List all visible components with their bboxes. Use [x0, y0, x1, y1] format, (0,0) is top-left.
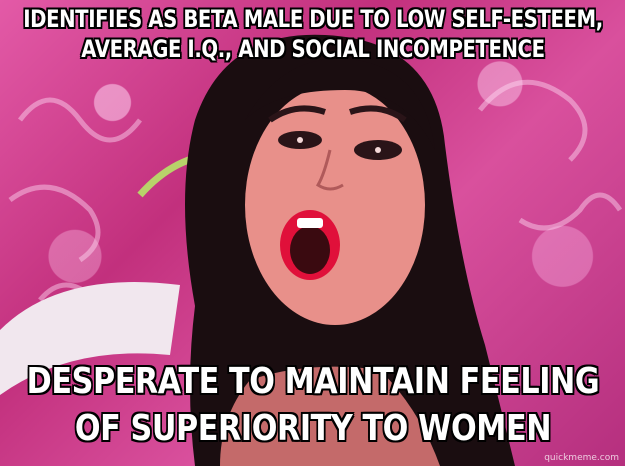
meme-bottom-caption: DESPERATE TO MAINTAIN FEELING OF SUPERIO… — [26, 361, 600, 449]
teeth-shape — [297, 218, 323, 228]
watermark-text: quickmeme.com — [544, 453, 619, 463]
meme-image: IDENTIFIES AS BETA MALE DUE TO LOW SELF-… — [0, 0, 625, 466]
meme-top-caption: IDENTIFIES AS BETA MALE DUE TO LOW SELF-… — [23, 5, 603, 63]
